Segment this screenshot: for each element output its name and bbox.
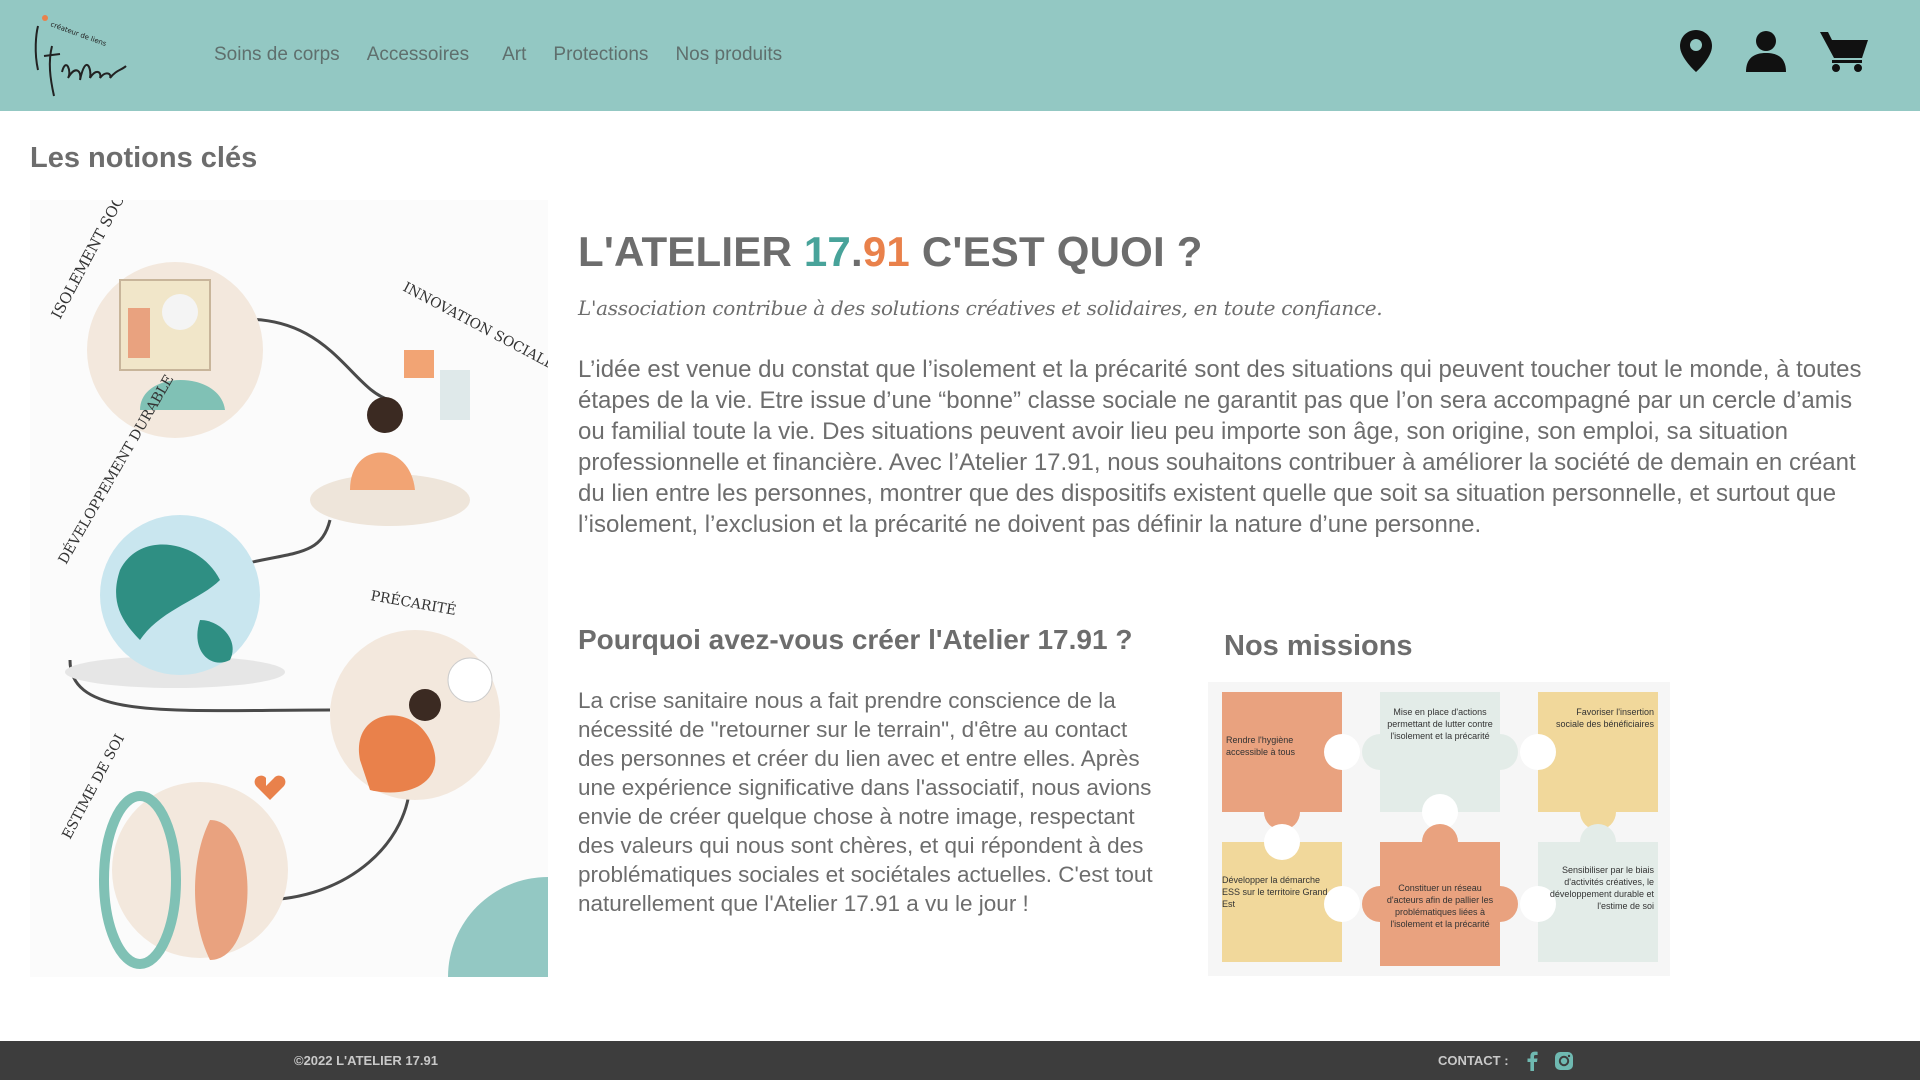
page-title: L'ATELIER 17.91 C'EST QUOI ?: [578, 228, 1203, 276]
nav-item-nos-produits[interactable]: Nos produits: [675, 44, 782, 66]
cart-icon[interactable]: [1820, 30, 1868, 77]
intro-paragraph: L’idée est venue du constat que l’isolem…: [578, 356, 1862, 538]
svg-text:créateur de liens: créateur de liens: [49, 20, 108, 48]
tagline: L'association contribue à des solutions …: [578, 296, 1383, 320]
nav-item-soins-de-corps[interactable]: Soins de corps: [214, 44, 340, 66]
mission-item: Mise en place d'actions permettant de lu…: [1387, 707, 1493, 741]
mission-item: Développer la démarche ESS sur le territ…: [1222, 875, 1328, 909]
missions-puzzle: Rendre l'hygiène accessible à tous Mise …: [1208, 682, 1670, 976]
title-number-91: 91: [862, 228, 910, 275]
label-precarite: PRÉCARITÉ: [369, 586, 457, 619]
why-paragraph: La crise sanitaire nous a fait prendre c…: [578, 688, 1153, 916]
title-prefix: L'ATELIER: [578, 228, 804, 275]
header-icons: [1680, 30, 1868, 77]
site-header: créateur de liens Soins de corps Accesso…: [0, 0, 1920, 111]
key-notions-illustration: ISOLEMENT SOCIAL INNOVATION SOCIALE DÉVE…: [30, 200, 548, 977]
contact-label: CONTACT :: [1438, 1053, 1509, 1068]
location-pin-icon[interactable]: [1680, 30, 1712, 77]
title-suffix: C'EST QUOI ?: [910, 228, 1203, 275]
instagram-icon[interactable]: [1554, 1051, 1574, 1076]
nav-item-accessoires[interactable]: Accessoires: [367, 44, 469, 66]
mission-item: Rendre l'hygiène accessible à tous: [1226, 735, 1296, 757]
nav-item-protections[interactable]: Protections: [553, 44, 648, 66]
title-dot: .: [851, 228, 863, 275]
copyright-text: ©2022 L'ATELIER 17.91: [294, 1053, 438, 1068]
site-footer: ©2022 L'ATELIER 17.91 CONTACT :: [0, 1041, 1920, 1080]
facebook-icon[interactable]: [1526, 1051, 1538, 1076]
mission-item: Favoriser l'insertion sociale des bénéfi…: [1555, 707, 1654, 729]
mission-item: Sensibiliser par le biais d'activités cr…: [1549, 865, 1654, 911]
main-nav: Soins de corps Accessoires Art Protectio…: [214, 44, 809, 66]
nav-item-art[interactable]: Art: [502, 44, 526, 66]
why-heading: Pourquoi avez-vous créer l'Atelier 17.91…: [578, 624, 1133, 655]
title-number-17: 17: [803, 228, 851, 275]
missions-heading: Nos missions: [1224, 630, 1413, 662]
mission-item: Constituer un réseau d'acteurs afin de p…: [1386, 883, 1494, 929]
section-label: Les notions clés: [30, 142, 258, 174]
site-logo[interactable]: créateur de liens: [26, 12, 130, 102]
user-icon[interactable]: [1746, 30, 1786, 77]
